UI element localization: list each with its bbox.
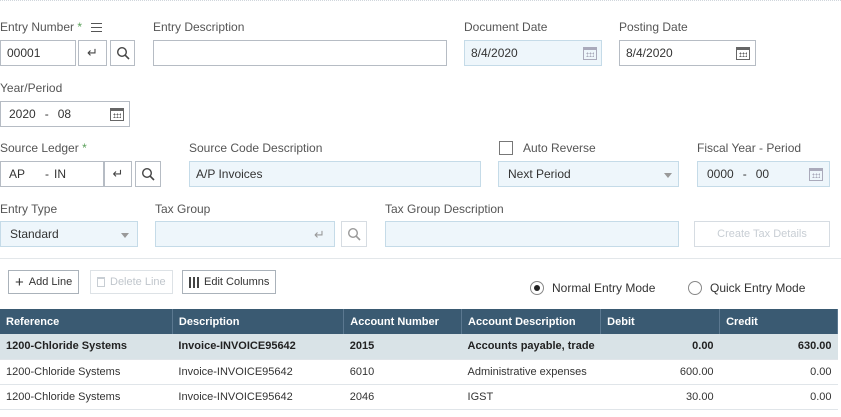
cell-account-number: 6010 <box>343 359 462 385</box>
calendar-icon <box>809 168 823 181</box>
fiscal-year-period-field: 0000 - 00 <box>697 161 830 187</box>
enter-button[interactable]: ↵ <box>78 40 107 66</box>
enter-arrow-icon[interactable]: ↵ <box>314 227 325 243</box>
tax-group-description-label: Tax Group Description <box>385 202 504 216</box>
plus-icon: + <box>15 273 24 291</box>
cell-account-description: Administrative expenses <box>461 359 601 385</box>
entry-finder-button[interactable] <box>110 40 135 66</box>
quick-entry-mode-radio[interactable] <box>688 281 702 295</box>
cell-description: Invoice-INVOICE95642 <box>172 384 344 410</box>
cell-account-number: 2046 <box>343 384 462 410</box>
source-code-description-field: A/P Invoices <box>189 161 481 187</box>
cell-account-description: IGST <box>461 384 601 410</box>
normal-entry-mode-label: Normal Entry Mode <box>552 281 656 295</box>
document-date-input: 8/4/2020 <box>464 40 602 66</box>
cell-account-description: Accounts payable, trade <box>461 334 601 360</box>
calendar-icon[interactable] <box>736 47 750 60</box>
entry-description-label: Entry Description <box>153 20 245 34</box>
source-code-description-label: Source Code Description <box>189 141 323 155</box>
table-row[interactable]: 1200-Chloride Systems Invoice-INVOICE956… <box>0 384 838 410</box>
column-header-description[interactable]: Description <box>172 309 345 334</box>
entry-type-select[interactable]: Standard <box>0 221 138 247</box>
cell-debit: 30.00 <box>600 384 720 410</box>
top-dotted-border <box>0 0 841 4</box>
column-header-account-description[interactable]: Account Description <box>461 309 602 334</box>
enter-arrow-icon: ↵ <box>112 166 124 181</box>
column-header-account-number[interactable]: Account Number <box>343 309 463 334</box>
columns-icon <box>189 276 199 288</box>
year-period-label: Year/Period <box>0 81 63 95</box>
delete-line-button[interactable]: Delete Line <box>90 270 173 294</box>
search-icon <box>141 167 155 181</box>
calendar-icon <box>583 47 597 60</box>
quick-entry-mode-label: Quick Entry Mode <box>710 281 806 295</box>
cell-description: Invoice-INVOICE95642 <box>172 359 344 385</box>
create-tax-details-button[interactable]: Create Tax Details <box>694 221 830 247</box>
search-icon <box>116 46 130 60</box>
cell-reference: 1200-Chloride Systems <box>0 384 173 410</box>
section-divider <box>0 258 841 259</box>
cell-reference: 1200-Chloride Systems <box>0 359 173 385</box>
auto-reverse-period-select[interactable]: Next Period <box>498 161 679 187</box>
column-header-credit[interactable]: Credit <box>719 309 838 334</box>
table-row[interactable]: 1200-Chloride Systems Invoice-INVOICE956… <box>0 334 838 360</box>
auto-reverse-checkbox[interactable] <box>499 141 513 155</box>
normal-entry-mode-radio[interactable] <box>530 281 544 295</box>
cell-debit: 600.00 <box>600 359 720 385</box>
enter-arrow-icon: ↵ <box>87 45 98 60</box>
document-date-label: Document Date <box>464 20 548 34</box>
chevron-down-icon <box>121 233 129 238</box>
cell-debit: 0.00 <box>600 334 720 360</box>
entry-description-input[interactable] <box>153 40 447 66</box>
posting-date-input[interactable]: 8/4/2020 <box>619 40 756 66</box>
cell-reference: 1200-Chloride Systems <box>0 334 173 360</box>
menu-icon[interactable] <box>91 23 103 33</box>
year-period-input[interactable]: 2020 - 08 <box>0 101 130 127</box>
source-ledger-input[interactable]: AP - IN <box>0 161 104 187</box>
trash-icon <box>97 277 105 287</box>
cell-credit: 0.00 <box>719 384 838 410</box>
cell-credit: 0.00 <box>719 359 838 385</box>
auto-reverse-label: Auto Reverse <box>523 141 596 155</box>
table-row[interactable]: 1200-Chloride Systems Invoice-INVOICE956… <box>0 359 838 385</box>
tax-group-finder-button[interactable] <box>341 221 367 247</box>
column-header-reference[interactable]: Reference <box>0 309 173 334</box>
edit-columns-button[interactable]: Edit Columns <box>182 270 277 294</box>
entry-number-input[interactable]: 00001 <box>0 40 76 66</box>
calendar-icon[interactable] <box>110 108 124 121</box>
tax-group-input[interactable]: ↵ <box>155 221 335 247</box>
fiscal-year-period-label: Fiscal Year - Period <box>697 141 802 155</box>
chevron-down-icon <box>664 173 672 178</box>
source-code-finder-button[interactable] <box>135 161 161 187</box>
cell-description: Invoice-INVOICE95642 <box>172 334 344 360</box>
search-icon <box>347 227 361 241</box>
add-line-button[interactable]: + Add Line <box>8 270 80 294</box>
posting-date-label: Posting Date <box>619 20 688 34</box>
cell-account-number: 2015 <box>343 334 462 360</box>
cell-credit: 630.00 <box>719 334 838 360</box>
entry-type-label: Entry Type <box>0 202 58 216</box>
source-ledger-label: Source Ledger * <box>0 141 87 155</box>
journal-detail-grid: Reference Description Account Number Acc… <box>0 309 838 410</box>
entry-number-label: Entry Number * <box>0 20 103 34</box>
column-header-debit[interactable]: Debit <box>600 309 721 334</box>
grid-header-row: Reference Description Account Number Acc… <box>0 309 838 334</box>
tax-group-description-field <box>385 221 679 247</box>
tax-group-label: Tax Group <box>155 202 211 216</box>
enter-button[interactable]: ↵ <box>104 161 132 187</box>
